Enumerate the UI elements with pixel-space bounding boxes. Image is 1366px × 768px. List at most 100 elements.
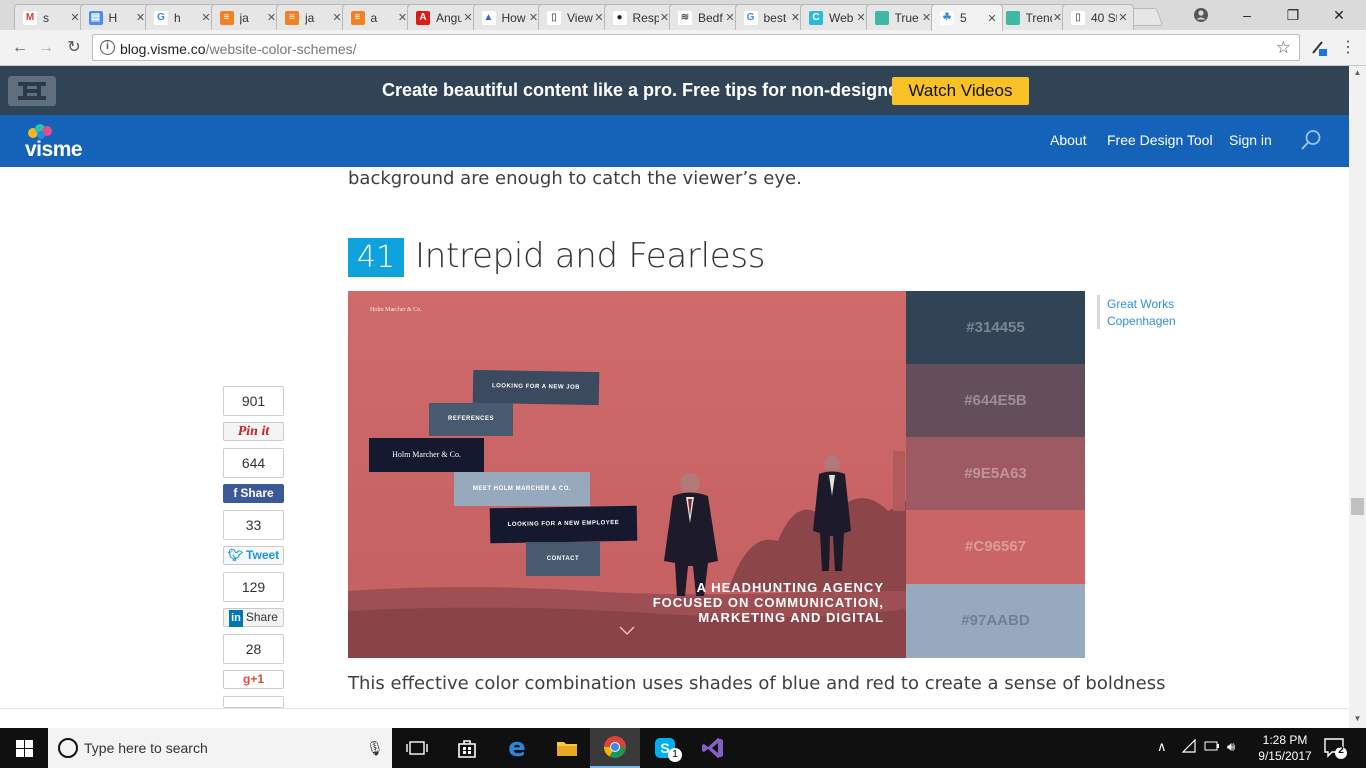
browser-tab[interactable]: Gh ✕ <box>145 4 217 30</box>
pinterest-count: 901 <box>223 386 284 416</box>
gplus-count: 28 <box>223 634 284 664</box>
hero-headline: A HEADHUNTING AGENCY FOCUSED ON COMMUNIC… <box>652 580 884 625</box>
tab-title: best <box>763 10 787 25</box>
tab-title: 40 St <box>1091 10 1117 25</box>
browser-tab[interactable]: ≡ a ✕ <box>341 4 414 30</box>
close-window-button[interactable]: ✕ <box>1316 0 1362 30</box>
taskbar-search-placeholder: Type here to search <box>84 740 208 756</box>
windows-logo-icon <box>15 739 33 757</box>
browser-tab[interactable]: ▲ How ✕ <box>472 4 545 30</box>
scrollbar-thumb[interactable] <box>1351 498 1364 515</box>
browser-tab[interactable]: ≡ ja ✕ <box>276 4 348 30</box>
task-view-icon[interactable] <box>392 728 442 768</box>
back-icon[interactable]: ← <box>10 38 30 58</box>
edge-icon[interactable]: e <box>492 728 542 768</box>
tab-close-icon[interactable]: ✕ <box>1117 11 1129 24</box>
nav-about[interactable]: About <box>1050 132 1087 148</box>
color-swatch: #644E5B <box>906 364 1085 438</box>
tab-favicon-icon: ≡ <box>285 10 299 25</box>
browser-tab[interactable]: C Web ✕ <box>800 4 872 30</box>
address-bar[interactable]: i blog.visme.co/website-color-schemes/ ☆ <box>92 34 1300 61</box>
section-title: Intrepid and Fearless <box>415 236 766 276</box>
browser-tab[interactable]: ▯ View ✕ <box>538 4 610 30</box>
cortana-icon <box>58 738 78 758</box>
tab-title: Trend <box>1025 10 1052 25</box>
store-icon[interactable] <box>442 728 492 768</box>
color-swatch: #C96567 <box>906 510 1085 584</box>
tab-favicon-icon <box>1005 10 1020 25</box>
chevron-down-icon <box>619 626 635 635</box>
article-paragraph: This effective color combination uses sh… <box>348 673 1166 694</box>
tab-favicon-icon: ≡ <box>219 10 234 25</box>
browser-tab[interactable]: ● Resp ✕ <box>603 4 676 30</box>
color-swatch: #314455 <box>906 291 1085 365</box>
forward-icon[interactable]: → <box>36 38 56 58</box>
browser-tab[interactable]: ≋ Bedf ✕ <box>669 4 741 30</box>
microphone-icon[interactable]: 🎙︎ <box>366 740 384 757</box>
page-scrollbar[interactable] <box>1349 66 1366 728</box>
browser-tab[interactable]: ≡ ja ✕ <box>210 4 283 30</box>
browser-tab[interactable]: True ✕ <box>865 4 938 30</box>
browser-tab[interactable]: A Angu ✕ <box>407 4 479 30</box>
visme-logo[interactable]: visme <box>25 121 89 163</box>
browser-tab[interactable]: ☘ 5 ✕ <box>931 4 1003 31</box>
section-number: 41 <box>348 238 404 277</box>
tab-favicon-icon: ▲ <box>481 10 496 25</box>
tab-favicon-icon: C <box>809 10 823 25</box>
visual-studio-icon[interactable] <box>688 728 738 768</box>
file-explorer-icon[interactable] <box>542 728 592 768</box>
twitter-bird-icon: 🐦︎ <box>227 548 244 562</box>
scroll-down-icon[interactable]: ▼ <box>1349 712 1366 726</box>
nav-sign-in[interactable]: Sign in <box>1229 132 1272 148</box>
tweet-button[interactable]: 🐦︎ Tweet <box>223 546 284 565</box>
facebook-count: 644 <box>223 448 284 478</box>
menu-icon[interactable]: ⋮ <box>1338 38 1358 58</box>
profile-icon[interactable] <box>1178 0 1224 30</box>
hero-menu-looking-employee: LOOKING FOR A NEW EMPLOYEE <box>489 505 638 544</box>
chrome-taskbar-icon[interactable] <box>590 728 640 768</box>
nav-free-design-tool[interactable]: Free Design Tool <box>1107 132 1213 148</box>
clock-time: 1:28 PM <box>1262 733 1308 747</box>
volume-icon[interactable]: 🔊︎ <box>1227 739 1235 755</box>
reload-icon[interactable]: ↻ <box>64 38 84 58</box>
facebook-icon: f <box>233 486 238 500</box>
start-button[interactable] <box>0 728 48 768</box>
example-website-image: Holm Marcher & Co. LOOKING FOR A NEW JOB… <box>348 291 906 658</box>
action-center-icon[interactable]: 2 <box>1322 736 1348 760</box>
search-icon[interactable] <box>1300 129 1322 151</box>
notification-count: 2 <box>1338 745 1344 756</box>
bookmark-star-icon[interactable]: ☆ <box>1276 38 1291 58</box>
windows-taskbar: Type here to search 🎙︎ e S 1 ∧ 🔊︎ 1:28 P… <box>0 728 1366 768</box>
linkedin-share-button[interactable]: in Share <box>223 608 284 627</box>
tab-close-icon[interactable]: ✕ <box>986 12 998 25</box>
restore-button[interactable]: ❐ <box>1270 0 1316 30</box>
pinterest-button[interactable]: Pin it <box>223 422 284 441</box>
taskbar-search[interactable]: Type here to search 🎙︎ <box>48 728 392 768</box>
gplus-button[interactable]: g+1 <box>223 670 284 689</box>
system-clock[interactable]: 1:28 PM 9/15/2017 <box>1250 732 1320 764</box>
extension-icon[interactable] <box>1309 37 1329 57</box>
site-info-icon[interactable]: i <box>100 40 115 55</box>
battery-icon[interactable] <box>1203 739 1221 756</box>
tab-title: How <box>501 10 526 25</box>
credit-link[interactable]: Great Works Copenhagen <box>1107 296 1176 330</box>
browser-tab[interactable]: Gbest ✕ <box>734 4 807 30</box>
browser-tab[interactable]: Trend✕ <box>996 4 1069 30</box>
tab-favicon-icon: ▤ <box>88 10 103 25</box>
wifi-icon[interactable] <box>1181 738 1197 756</box>
tab-favicon-icon: ≋ <box>678 10 692 25</box>
skype-icon[interactable]: S 1 <box>640 728 690 768</box>
browser-tab[interactable]: Ms ✕ <box>14 4 86 30</box>
show-hidden-icons[interactable]: ∧ <box>1157 739 1167 755</box>
tab-title: a <box>370 10 378 25</box>
tab-title: ja <box>305 10 315 25</box>
promo-logo-icon[interactable] <box>8 76 56 106</box>
facebook-share-button[interactable]: f Share <box>223 484 284 503</box>
article-paragraph: background are enough to catch the viewe… <box>348 168 802 189</box>
minimize-button[interactable]: – <box>1224 0 1270 30</box>
browser-tab[interactable]: ▤ H ✕ <box>79 4 152 30</box>
browser-tab[interactable]: ▯ 40 St ✕ <box>1062 4 1134 30</box>
tab-favicon-icon: A <box>416 10 430 25</box>
watch-videos-button[interactable]: Watch Videos <box>892 77 1029 105</box>
scroll-up-icon[interactable]: ▲ <box>1349 66 1366 80</box>
